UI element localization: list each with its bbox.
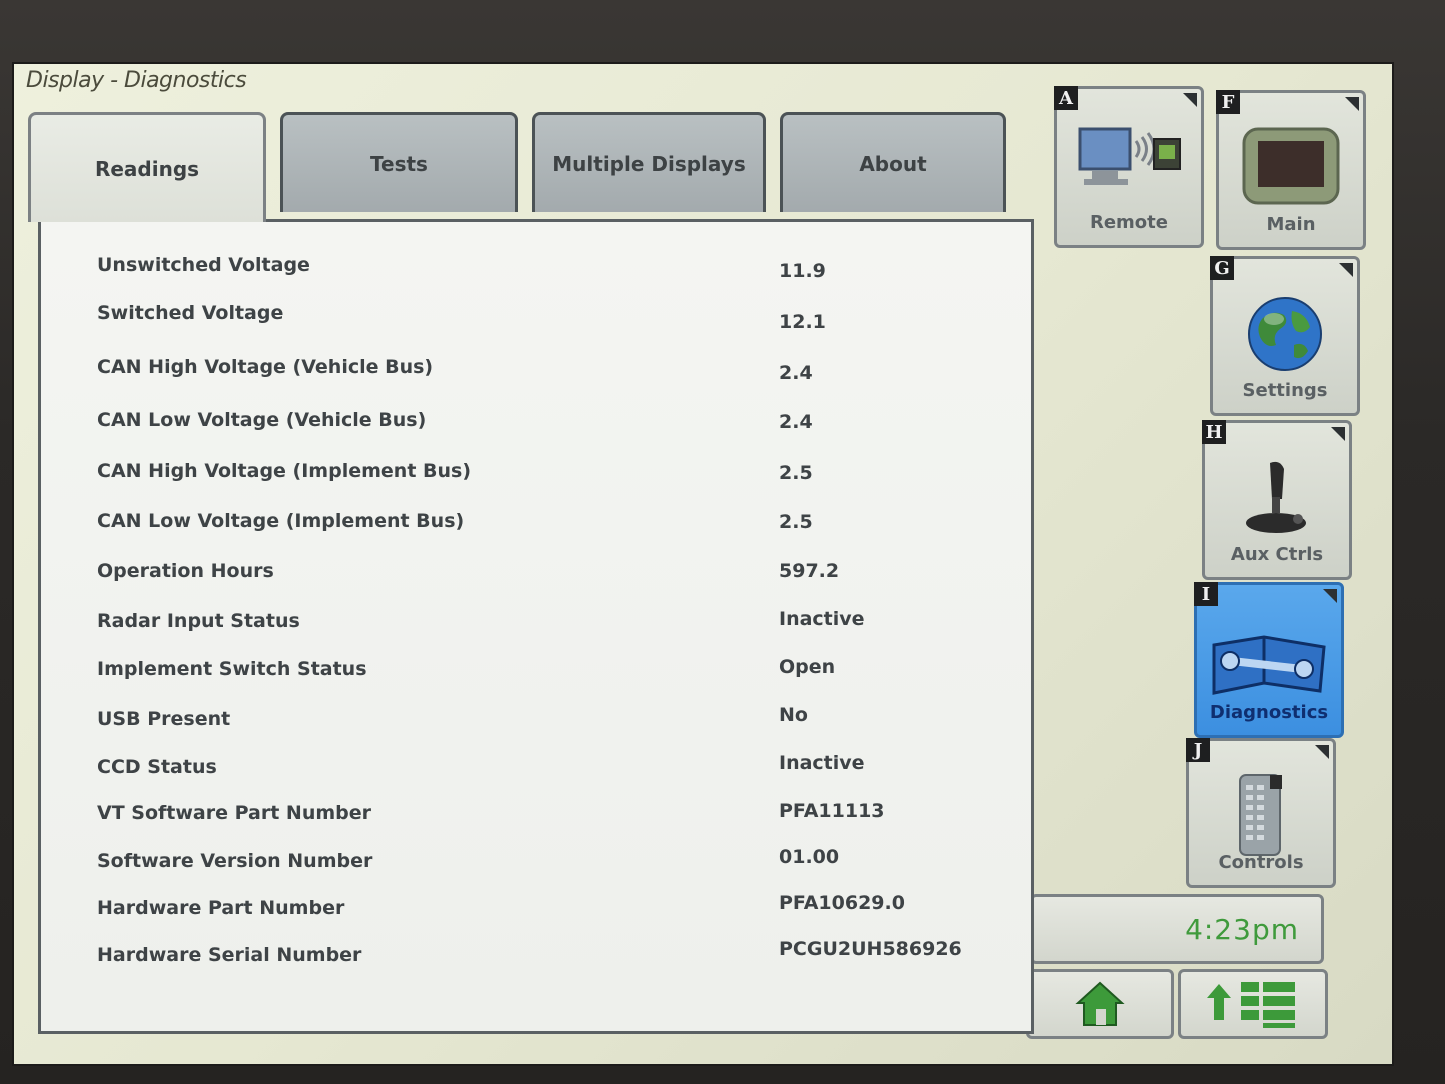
- reading-row: Radar Input Status Inactive: [41, 608, 1031, 650]
- reading-label: CAN High Voltage (Implement Bus): [97, 460, 472, 482]
- reading-label: Switched Voltage: [97, 302, 284, 324]
- softkey-label: Aux Ctrls: [1230, 544, 1324, 565]
- reading-label: Software Version Number: [97, 850, 373, 872]
- reading-value: 597.2: [779, 560, 840, 582]
- corner-arrow-icon: [1339, 263, 1353, 277]
- softkey-letter: J: [1186, 738, 1210, 762]
- corner-arrow-icon: [1345, 97, 1359, 111]
- tab-tests[interactable]: Tests: [280, 112, 518, 212]
- softkey-remote[interactable]: A Remote: [1054, 86, 1204, 248]
- home-button[interactable]: [1026, 969, 1174, 1039]
- reading-label: Hardware Serial Number: [97, 944, 362, 966]
- reading-label: CAN Low Voltage (Implement Bus): [97, 510, 465, 532]
- keypad-icon: [1189, 771, 1333, 861]
- tab-multiple-displays[interactable]: Multiple Displays: [532, 112, 766, 212]
- tab-readings[interactable]: Readings: [28, 112, 266, 222]
- reading-row: Software Version Number 01.00: [41, 846, 1031, 890]
- tab-label: Tests: [370, 151, 428, 176]
- softkey-main[interactable]: F Main: [1216, 90, 1366, 250]
- softkey-label: Main: [1266, 214, 1316, 235]
- tab-about[interactable]: About: [780, 112, 1006, 212]
- reading-row: CAN Low Voltage (Implement Bus) 2.5: [41, 510, 1031, 550]
- reading-value: Inactive: [779, 608, 865, 630]
- tab-label: About: [859, 151, 927, 176]
- reading-label: Implement Switch Status: [97, 658, 367, 680]
- joystick-icon: [1205, 453, 1349, 543]
- reading-row: Hardware Serial Number PCGU2UH586926: [41, 938, 1031, 984]
- reading-row: CAN High Voltage (Implement Bus) 2.5: [41, 460, 1031, 500]
- corner-arrow-icon: [1183, 93, 1197, 107]
- clock-display: 4:23pm: [1030, 894, 1324, 964]
- tab-label: Readings: [94, 156, 200, 181]
- softkey-letter: A: [1054, 86, 1078, 110]
- reading-row: VT Software Part Number PFA11113: [41, 800, 1031, 842]
- reading-value: 2.4: [779, 411, 813, 433]
- reading-label: Unswitched Voltage: [97, 254, 310, 276]
- reading-value: 11.9: [779, 260, 826, 282]
- reading-value: Open: [779, 656, 836, 678]
- reading-value: 2.5: [779, 462, 813, 484]
- reading-row: CAN Low Voltage (Vehicle Bus) 2.4: [41, 409, 1031, 449]
- softkey-label: Remote: [1089, 212, 1168, 233]
- reading-value: PCGU2UH586926: [779, 938, 962, 960]
- softkey-letter: G: [1210, 256, 1234, 280]
- softkey-label: Controls: [1218, 852, 1304, 873]
- corner-arrow-icon: [1315, 745, 1329, 759]
- reading-row: Switched Voltage 12.1: [41, 302, 1031, 342]
- softkey-letter: I: [1194, 582, 1218, 606]
- reading-value: 01.00: [779, 846, 840, 868]
- reading-value: 2.5: [779, 511, 813, 533]
- reading-row: Hardware Part Number PFA10629.0: [41, 892, 1031, 937]
- reading-value: No: [779, 704, 808, 726]
- reading-label: Hardware Part Number: [97, 897, 345, 919]
- menu-up-button[interactable]: [1178, 969, 1328, 1039]
- corner-arrow-icon: [1331, 427, 1345, 441]
- globe-icon: [1213, 289, 1357, 379]
- readings-panel: Unswitched Voltage 11.9 Switched Voltage…: [38, 219, 1034, 1034]
- display-icon: [1219, 123, 1363, 213]
- reading-value: 12.1: [779, 311, 826, 333]
- reading-row: Operation Hours 597.2: [41, 560, 1031, 600]
- reading-label: Radar Input Status: [97, 610, 300, 632]
- reading-label: CCD Status: [97, 756, 217, 778]
- softkey-aux-ctrls[interactable]: H Aux Ctrls: [1202, 420, 1352, 580]
- up-arrow-menu-icon: [1207, 982, 1295, 1028]
- reading-row: CAN High Voltage (Vehicle Bus) 2.4: [41, 356, 1031, 396]
- tab-label: Multiple Displays: [552, 151, 746, 176]
- softkey-controls[interactable]: J Controls: [1186, 738, 1336, 888]
- screen: Display - Diagnostics Readings Tests Mul…: [12, 62, 1394, 1066]
- softkey-settings[interactable]: G Settings: [1210, 256, 1360, 416]
- remote-icon: [1057, 119, 1201, 199]
- reading-value: PFA10629.0: [779, 892, 905, 914]
- reading-label: Operation Hours: [97, 560, 274, 582]
- window-title: Display - Diagnostics: [26, 68, 247, 93]
- reading-label: CAN High Voltage (Vehicle Bus): [97, 356, 434, 378]
- reading-label: USB Present: [97, 708, 231, 730]
- home-icon: [1075, 981, 1125, 1026]
- softkey-letter: F: [1216, 90, 1240, 114]
- softkey-label: Settings: [1242, 380, 1328, 401]
- corner-arrow-icon: [1323, 589, 1337, 603]
- reading-label: VT Software Part Number: [97, 802, 371, 824]
- softkey-diagnostics[interactable]: I Diagnostics: [1194, 582, 1344, 738]
- softkey-letter: H: [1202, 420, 1226, 444]
- wrench-book-icon: [1197, 615, 1341, 705]
- reading-value: 2.4: [779, 362, 813, 384]
- reading-row: Unswitched Voltage 11.9: [41, 254, 1031, 294]
- reading-row: CCD Status Inactive: [41, 752, 1031, 796]
- reading-row: USB Present No: [41, 704, 1031, 748]
- reading-value: Inactive: [779, 752, 865, 774]
- reading-row: Implement Switch Status Open: [41, 656, 1031, 698]
- reading-value: PFA11113: [779, 800, 885, 822]
- clock-time: 4:23pm: [1185, 912, 1299, 946]
- reading-label: CAN Low Voltage (Vehicle Bus): [97, 409, 427, 431]
- softkey-label: Diagnostics: [1209, 702, 1329, 723]
